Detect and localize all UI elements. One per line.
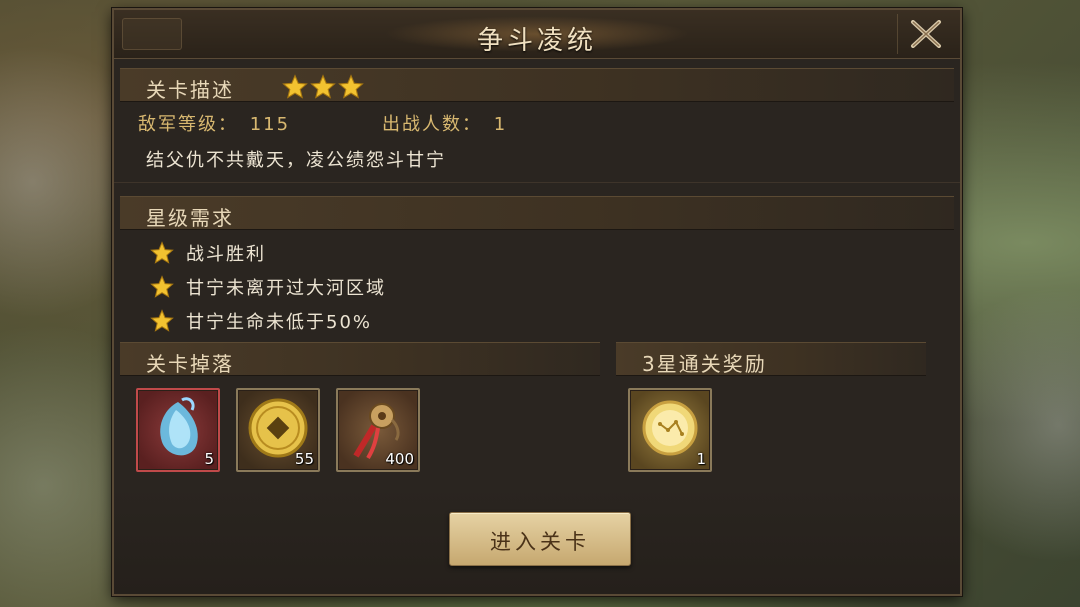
dialog-title-bar: 争斗凌统 xyxy=(114,10,960,59)
requirement-text: 甘宁未离开过大河区域 xyxy=(186,278,386,299)
dialog-title: 争斗凌统 xyxy=(476,26,597,56)
troop-count-label: 出战人数： xyxy=(382,114,482,135)
star-icon xyxy=(150,275,174,298)
star-icon xyxy=(150,241,174,264)
troop-count-value: 1 xyxy=(493,114,508,135)
stage-drops-label: 关卡掉落 xyxy=(146,352,234,376)
star-icon xyxy=(282,74,308,99)
requirement-item: 甘宁未离开过大河区域 xyxy=(150,274,386,300)
requirement-text: 甘宁生命未低于50% xyxy=(186,312,373,333)
close-button[interactable] xyxy=(897,14,954,54)
three-star-reward-label: 3星通关奖励 xyxy=(642,352,767,376)
star-icon xyxy=(150,309,174,332)
reward-item-slot[interactable]: 1 xyxy=(628,388,712,472)
requirement-text: 战斗胜利 xyxy=(186,244,266,265)
enter-stage-button[interactable]: 进入关卡 xyxy=(449,512,631,566)
section-divider xyxy=(114,182,960,183)
stage-description-header: 关卡描述 xyxy=(120,68,954,102)
item-count: 400 xyxy=(385,450,414,468)
requirement-item: 战斗胜利 xyxy=(150,240,266,266)
star-icon xyxy=(310,74,336,99)
enemy-level-label: 敌军等级： xyxy=(138,114,238,135)
stage-story-text: 结父仇不共戴天，凌公绩怨斗甘宁 xyxy=(146,150,446,171)
star-requirements-header: 星级需求 xyxy=(120,196,954,230)
close-icon xyxy=(911,20,941,48)
enemy-level: 敌军等级： 115 xyxy=(138,110,290,136)
stage-info-dialog: 争斗凌统 关卡描述 敌军等级： 115 出战人数： 1 结父仇不共戴天，凌公绩怨… xyxy=(112,8,962,596)
troop-count: 出战人数： 1 xyxy=(382,110,507,136)
star-icon xyxy=(338,74,364,99)
three-star-reward-header: 3星通关奖励 xyxy=(616,342,926,376)
enter-stage-label: 进入关卡 xyxy=(490,530,590,554)
requirement-item: 甘宁生命未低于50% xyxy=(150,308,372,334)
item-count: 5 xyxy=(204,450,214,468)
difficulty-stars xyxy=(282,74,364,100)
item-count: 55 xyxy=(294,450,314,468)
drop-item-slot[interactable]: 5 xyxy=(136,388,220,472)
star-requirements-label: 星级需求 xyxy=(146,206,234,230)
stage-description-label: 关卡描述 xyxy=(146,78,234,102)
enemy-level-value: 115 xyxy=(249,114,291,135)
item-count: 1 xyxy=(696,450,706,468)
drop-item-slot[interactable]: 55 xyxy=(236,388,320,472)
drop-item-slot[interactable]: 400 xyxy=(336,388,420,472)
stage-drops-header: 关卡掉落 xyxy=(120,342,600,376)
